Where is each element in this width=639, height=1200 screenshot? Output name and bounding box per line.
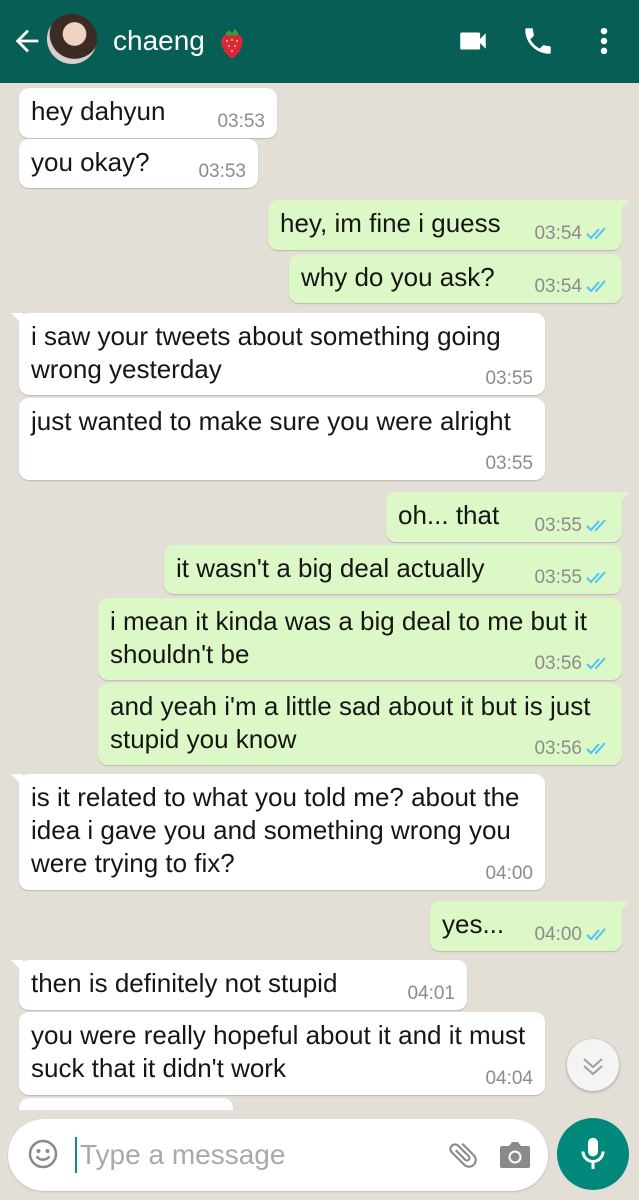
back-arrow-icon[interactable]	[10, 24, 44, 58]
message-time: 03:56	[534, 653, 582, 674]
contact-name[interactable]: chaeng	[113, 25, 205, 57]
message-incoming[interactable]: then is definitely not stupid 04:01	[11, 960, 467, 1010]
message-text: then is definitely not stupid	[31, 968, 338, 998]
message-time: 03:54	[534, 276, 582, 297]
message-incoming[interactable]: you were really hopeful about it and it …	[19, 1012, 545, 1095]
message-time: 03:53	[217, 111, 265, 132]
message-incoming-partial[interactable]	[19, 1098, 233, 1110]
scroll-to-bottom-button[interactable]	[567, 1039, 619, 1091]
message-time: 04:00	[534, 924, 582, 945]
double-check-read-icon	[586, 280, 606, 293]
double-check-read-icon	[586, 519, 606, 532]
message-time: 04:00	[485, 863, 533, 884]
emoji-icon[interactable]	[28, 1139, 58, 1169]
message-incoming[interactable]: hey dahyun 03:53	[19, 88, 277, 138]
text-cursor	[75, 1137, 77, 1173]
message-incoming[interactable]: just wanted to make sure you were alrigh…	[19, 398, 545, 480]
avatar[interactable]	[47, 14, 97, 64]
chat-header: chaeng	[0, 0, 639, 83]
message-incoming[interactable]: i saw your tweets about something going …	[11, 313, 545, 395]
message-outgoing[interactable]: oh... that 03:55	[386, 492, 630, 542]
message-outgoing[interactable]: why do you ask? 03:54	[289, 254, 622, 303]
message-input[interactable]	[80, 1133, 430, 1177]
video-call-icon[interactable]	[456, 24, 490, 58]
message-text: i saw your tweets about something going …	[31, 321, 501, 384]
message-text: just wanted to make sure you were alrigh…	[31, 406, 511, 436]
message-time: 04:01	[407, 983, 455, 1004]
message-outgoing[interactable]: and yeah i'm a little sad about it but i…	[98, 683, 622, 765]
message-time: 03:56	[534, 738, 582, 759]
attach-icon[interactable]	[446, 1137, 480, 1173]
message-composer	[8, 1119, 548, 1191]
message-text: you were really hopeful about it and it …	[31, 1020, 526, 1083]
more-options-icon[interactable]	[594, 24, 614, 58]
message-time: 03:55	[485, 453, 533, 474]
message-outgoing[interactable]: it wasn't a big deal actually 03:55	[164, 545, 622, 594]
double-check-read-icon	[586, 742, 606, 755]
strawberry-emoji-icon	[221, 29, 243, 58]
mic-icon	[581, 1137, 605, 1169]
message-outgoing[interactable]: yes... 04:00	[430, 901, 630, 951]
message-time: 03:55	[485, 368, 533, 389]
message-outgoing[interactable]: i mean it kinda was a big deal to me but…	[98, 598, 622, 680]
message-incoming[interactable]: you okay? 03:53	[19, 139, 258, 188]
message-time: 03:53	[198, 161, 246, 182]
message-text: is it related to what you told me? about…	[31, 782, 520, 878]
double-check-read-icon	[586, 928, 606, 941]
double-check-read-icon	[586, 657, 606, 670]
voice-message-button[interactable]	[557, 1118, 629, 1190]
message-time: 03:54	[534, 223, 582, 244]
message-outgoing[interactable]: hey, im fine i guess 03:54	[268, 200, 630, 250]
message-list[interactable]: hey dahyun 03:53 you okay? 03:53 hey, im…	[0, 83, 639, 1110]
message-time: 04:04	[485, 1068, 533, 1089]
double-check-read-icon	[586, 571, 606, 584]
chevron-down-icon	[583, 1058, 603, 1076]
camera-icon[interactable]	[498, 1139, 532, 1171]
message-time: 03:55	[534, 515, 582, 536]
double-check-read-icon	[586, 227, 606, 240]
message-time: 03:55	[534, 567, 582, 588]
message-incoming[interactable]: is it related to what you told me? about…	[11, 774, 545, 890]
phone-icon[interactable]	[521, 24, 555, 58]
